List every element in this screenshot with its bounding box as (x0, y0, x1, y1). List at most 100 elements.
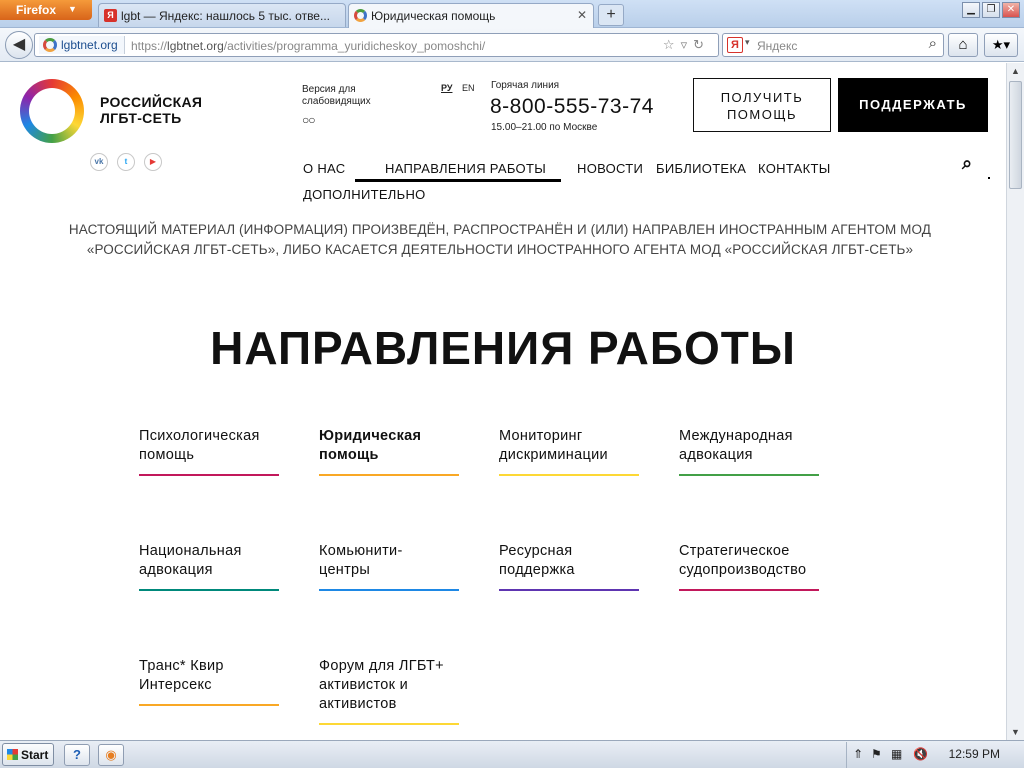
yandex-engine-icon[interactable]: Я (727, 37, 743, 53)
start-button[interactable]: Start (2, 743, 54, 766)
url-path: /activities/programma_yuridicheskoy_pomo… (223, 39, 486, 53)
home-button[interactable]: ⌂ (948, 33, 978, 57)
direction-item[interactable]: Форум для ЛГБТ+ активисток и активистов (319, 657, 459, 714)
search-icon[interactable]: ⌕ (929, 35, 937, 52)
close-tab-icon[interactable]: ✕ (577, 8, 587, 22)
close-window-button[interactable]: ✕ (1002, 2, 1020, 18)
url-actions: ☆▿↻ (663, 37, 710, 53)
reload-icon[interactable]: ↻ (693, 37, 710, 52)
nav-item-library[interactable]: БИБЛИОТЕКА (656, 161, 746, 176)
engine-dropdown-icon[interactable]: ▾ (745, 37, 750, 48)
direction-underline (139, 704, 279, 706)
url-domain: lgbtnet.org (167, 39, 224, 53)
firefox-menu-label: Firefox (16, 3, 57, 17)
firefox-menu-button[interactable]: Firefox ▼ (0, 0, 92, 20)
lgbt-network-logo-icon[interactable] (20, 79, 84, 143)
nav-item-about[interactable]: О НАС (303, 161, 345, 176)
youtube-icon[interactable]: ▶ (144, 153, 162, 171)
address-bar[interactable]: lgbtnet.org https://lgbtnet.org/activiti… (34, 33, 719, 57)
direction-item[interactable]: Транс* Квир Интерсекс (139, 657, 279, 695)
direction-underline (319, 474, 459, 476)
nav-item-directions[interactable]: НАПРАВЛЕНИЯ РАБОТЫ (385, 161, 546, 176)
bookmarks-button[interactable]: ★▾ (984, 33, 1018, 57)
direction-item[interactable]: Комьюнити-центры (319, 542, 459, 580)
firefox-taskbar-icon[interactable]: ◉ (98, 744, 124, 766)
tab-yandex-search[interactable]: Я lgbt — Яндекс: нашлось 5 тыс. отве... (98, 3, 346, 27)
direction-item[interactable]: Юридическая помощь (319, 427, 459, 465)
history-dropdown-icon[interactable]: ▿ (681, 37, 694, 52)
tab-label: Юридическая помощь (371, 9, 496, 23)
direction-label-line: дискриминации (499, 447, 608, 463)
direction-label-line: Юридическая (319, 428, 422, 444)
direction-underline (679, 474, 819, 476)
direction-item[interactable]: Национальная адвокация (139, 542, 279, 580)
tab-label: lgbt — Яндекс: нашлось 5 тыс. отве... (121, 9, 330, 23)
bookmarks-icon: ★▾ (991, 37, 1011, 52)
vk-icon[interactable]: vk (90, 153, 108, 171)
get-help-line-2: ПОМОЩЬ (726, 107, 798, 122)
nav-item-more[interactable]: ДОПОЛНИТЕЛЬНО (303, 187, 426, 202)
twitter-icon[interactable]: t (117, 153, 135, 171)
hotline-hours: 15.00–21.00 по Москве (491, 122, 598, 133)
nav-item-contacts[interactable]: КОНТАКТЫ (758, 161, 831, 176)
get-help-button[interactable]: ПОЛУЧИТЬ ПОМОЩЬ (693, 78, 831, 132)
page-scrollbar[interactable]: ▲ ▼ (1006, 63, 1024, 740)
scroll-down-icon[interactable]: ▼ (1011, 727, 1020, 737)
site-identity-button[interactable]: lgbtnet.org (39, 36, 125, 54)
site-logo-text[interactable]: РОССИЙСКАЯ ЛГБТ-СЕТЬ (100, 94, 202, 126)
direction-label-line: активистов (319, 696, 397, 712)
hotline-label: Горячая линия (491, 80, 560, 91)
back-button[interactable]: ◀ (5, 31, 33, 59)
tab-legal-help[interactable]: Юридическая помощь ✕ (348, 3, 594, 28)
lang-en[interactable]: EN (462, 83, 475, 93)
arrow-left-icon: ◀ (12, 36, 26, 53)
action-center-flag-icon[interactable]: ⚑ (871, 747, 882, 761)
browser-navbar: ◀ lgbtnet.org https://lgbtnet.org/activi… (0, 28, 1024, 62)
direction-label-line: активисток и (319, 677, 408, 693)
notice-line-1: НАСТОЯЩИЙ МАТЕРИАЛ (ИНФОРМАЦИЯ) ПРОИЗВЕД… (68, 222, 932, 237)
volume-muted-icon[interactable]: 🔇 (913, 747, 928, 761)
direction-underline (499, 589, 639, 591)
restore-window-button[interactable]: ❐ (982, 2, 1000, 18)
browser-titlebar: Firefox ▼ Я lgbt — Яндекс: нашлось 5 тыс… (0, 0, 1024, 28)
direction-item[interactable]: Международная адвокация (679, 427, 819, 465)
hotline-phone[interactable]: 8-800-555-73-74 (490, 95, 654, 119)
direction-item[interactable]: Ресурсная поддержка (499, 542, 639, 580)
direction-item[interactable]: Стратегическое судопроизводство (679, 542, 819, 580)
direction-label-line: центры (319, 562, 371, 578)
direction-label-line: Национальная (139, 543, 242, 559)
system-tray: ⇑ ⚑ ▦ 🔇 12:59 PM (846, 742, 1024, 768)
direction-label-line: Комьюнити- (319, 543, 403, 559)
direction-item[interactable]: Психологическая помощь (139, 427, 279, 465)
new-tab-button[interactable]: + (598, 4, 624, 26)
accessibility-version-link[interactable]: Версия для слабовидящих (302, 84, 371, 108)
direction-underline (499, 474, 639, 476)
glasses-icon[interactable]: ○○ (302, 113, 315, 127)
site-search-icon[interactable]: ⌕ (962, 153, 972, 174)
get-help-line-1: ПОЛУЧИТЬ (720, 90, 804, 105)
site-favicon-icon (43, 38, 57, 52)
minimize-window-button[interactable]: ▁ (962, 2, 980, 18)
direction-underline (679, 589, 819, 591)
network-icon[interactable]: ▦ (891, 747, 902, 761)
support-button[interactable]: ПОДДЕРЖАТЬ (838, 78, 988, 132)
url-prefix: https:// (131, 39, 168, 53)
bookmark-star-icon[interactable]: ☆ (663, 37, 681, 52)
search-bar[interactable]: Я ▾ Яндекс ⌕ (722, 33, 944, 57)
decorative-dot (988, 177, 990, 179)
search-placeholder: Яндекс (757, 39, 798, 53)
active-nav-underline (355, 179, 561, 182)
nav-item-news[interactable]: НОВОСТИ (577, 161, 643, 176)
direction-label-line: Ресурсная (499, 543, 573, 559)
direction-item[interactable]: Мониторинг дискриминации (499, 427, 639, 465)
tray-expand-icon[interactable]: ⇑ (853, 747, 863, 761)
direction-underline (139, 589, 279, 591)
scrollbar-thumb[interactable] (1009, 81, 1022, 189)
help-icon[interactable]: ? (64, 744, 90, 766)
lang-ru[interactable]: РУ (441, 83, 452, 93)
taskbar-clock[interactable]: 12:59 PM (949, 747, 1000, 761)
chevron-down-icon: ▼ (68, 4, 77, 14)
scroll-up-icon[interactable]: ▲ (1011, 66, 1020, 76)
direction-label-line: Стратегическое (679, 543, 790, 559)
direction-label-line: судопроизводство (679, 562, 807, 578)
